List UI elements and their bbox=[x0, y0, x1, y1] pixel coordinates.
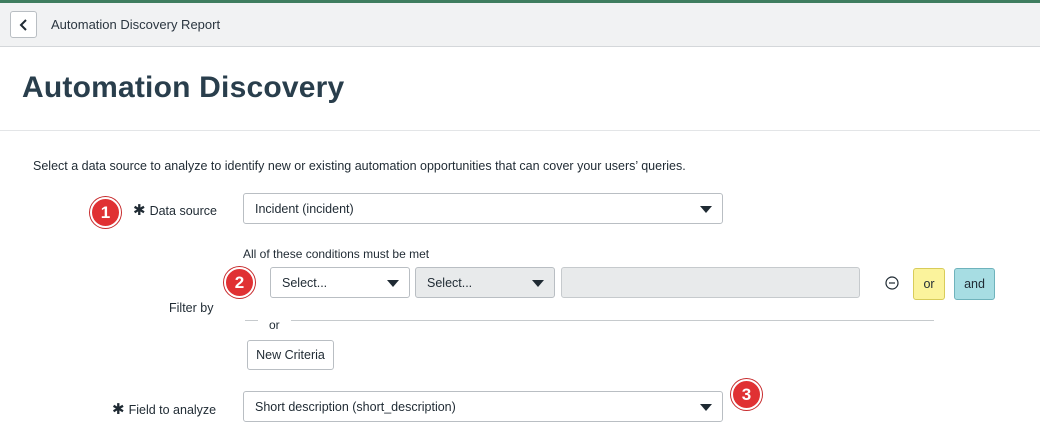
chevron-left-icon bbox=[19, 18, 27, 31]
new-criteria-button[interactable]: New Criteria bbox=[247, 340, 334, 370]
or-divider-line bbox=[245, 320, 934, 321]
field-to-analyze-value: Short description (short_description) bbox=[255, 400, 456, 414]
caret-down-icon bbox=[700, 404, 712, 411]
required-star-icon: ✱ bbox=[133, 202, 146, 219]
filter-operator-value: Select... bbox=[427, 276, 473, 290]
or-button[interactable]: or bbox=[913, 268, 945, 300]
field-to-analyze-select[interactable]: Short description (short_description) bbox=[243, 391, 723, 422]
and-button[interactable]: and bbox=[954, 268, 995, 300]
conditions-label: All of these conditions must be met bbox=[243, 247, 430, 261]
step-badge-3: 3 bbox=[731, 379, 762, 410]
or-divider-text: or bbox=[269, 318, 280, 332]
page-title: Automation Discovery bbox=[22, 71, 345, 104]
intro-text: Select a data source to analyze to ident… bbox=[33, 159, 686, 173]
filter-value-input[interactable] bbox=[561, 267, 860, 298]
page-header: Automation Discovery bbox=[0, 47, 1040, 131]
data-source-select[interactable]: Incident (incident) bbox=[243, 193, 723, 224]
filter-operator-select[interactable]: Select... bbox=[415, 267, 555, 298]
filter-by-label: Filter by bbox=[169, 301, 214, 315]
field-to-analyze-label: ✱ Field to analyze bbox=[112, 401, 217, 418]
nav-header: Automation Discovery Report bbox=[0, 3, 1040, 47]
required-star-icon: ✱ bbox=[112, 401, 125, 418]
nav-title: Automation Discovery Report bbox=[51, 17, 221, 32]
caret-down-icon bbox=[387, 280, 399, 287]
filter-field-select[interactable]: Select... bbox=[270, 267, 410, 298]
step-badge-1: 1 bbox=[90, 197, 121, 228]
remove-condition-icon[interactable] bbox=[885, 276, 899, 290]
caret-down-icon bbox=[700, 206, 712, 213]
data-source-label: ✱ Data source bbox=[133, 202, 217, 219]
back-button[interactable] bbox=[10, 11, 37, 38]
data-source-value: Incident (incident) bbox=[255, 202, 354, 216]
caret-down-icon bbox=[532, 280, 544, 287]
step-badge-2: 2 bbox=[224, 267, 255, 298]
filter-field-value: Select... bbox=[282, 276, 328, 290]
